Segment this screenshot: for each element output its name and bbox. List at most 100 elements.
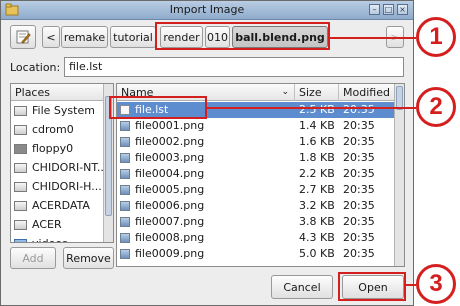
place-label: ACER	[32, 218, 62, 231]
image-file-icon	[120, 153, 130, 163]
callout-leader-2	[207, 107, 416, 109]
image-file-icon	[120, 233, 130, 243]
places-panel: Places File System cdrom0 floppy0 CHIDOR…	[10, 83, 114, 243]
file-size: 2.2 KB	[299, 167, 335, 180]
table-row[interactable]: file0006.png 3.2 KB 20:35	[117, 198, 395, 214]
file-size: 5.0 KB	[299, 247, 335, 260]
window-title: Import Image	[169, 3, 245, 16]
title-bar[interactable]: Import Image – □ ×	[1, 1, 413, 20]
table-row[interactable]: file0004.png 2.2 KB 20:35	[117, 166, 395, 182]
place-label: ACERDATA	[32, 199, 90, 212]
place-label: cdrom0	[32, 123, 74, 136]
file-size: 1.8 KB	[299, 151, 335, 164]
location-input[interactable]: file.lst	[64, 57, 404, 77]
file-size: 3.2 KB	[299, 199, 335, 212]
file-name: file0007.png	[135, 215, 205, 228]
place-chidori-h[interactable]: CHIDORI-H...	[11, 177, 104, 196]
image-file-icon	[120, 169, 130, 179]
edit-location-button[interactable]	[10, 25, 36, 49]
place-cdrom0[interactable]: cdrom0	[11, 120, 104, 139]
file-modified: 20:35	[343, 199, 375, 212]
callout-1: 1	[416, 17, 456, 57]
table-row[interactable]: file0001.png 1.4 KB 20:35	[117, 118, 395, 134]
crumb-tutorial[interactable]: tutorial	[110, 26, 156, 48]
drive-icon	[14, 181, 27, 192]
sort-chevron-down-icon: ⌄	[281, 87, 289, 97]
file-name: file0002.png	[135, 135, 205, 148]
file-name: file0001.png	[135, 119, 205, 132]
drive-icon	[14, 162, 27, 173]
file-modified: 20:35	[343, 103, 375, 116]
column-size[interactable]: Size	[295, 84, 339, 101]
cancel-button[interactable]: Cancel	[271, 275, 333, 299]
highlight-box-pathbar	[155, 22, 330, 50]
file-size: 2.5 KB	[299, 103, 335, 116]
close-icon[interactable]: ×	[397, 4, 408, 15]
table-row[interactable]: file0002.png 1.6 KB 20:35	[117, 134, 395, 150]
file-size: 2.7 KB	[299, 183, 335, 196]
file-name: file0006.png	[135, 199, 205, 212]
file-modified: 20:35	[343, 231, 375, 244]
file-name: file0008.png	[135, 231, 205, 244]
file-modified: 20:35	[343, 119, 375, 132]
maximize-icon[interactable]: □	[383, 4, 394, 15]
cdrom-icon	[14, 124, 27, 135]
place-acer[interactable]: ACER	[11, 215, 104, 234]
floppy-icon	[14, 143, 27, 154]
column-modified[interactable]: Modified	[339, 84, 395, 101]
file-size: 1.6 KB	[299, 135, 335, 148]
folder-icon	[14, 238, 27, 242]
table-row[interactable]: file0008.png 4.3 KB 20:35	[117, 230, 395, 246]
remove-button[interactable]: Remove	[63, 247, 114, 269]
crumb-remake[interactable]: remake	[61, 26, 108, 48]
back-arrow-button[interactable]: <	[42, 26, 60, 48]
file-modified: 20:35	[343, 135, 375, 148]
file-modified: 20:35	[343, 183, 375, 196]
place-acerdata[interactable]: ACERDATA	[11, 196, 104, 215]
callout-2: 2	[416, 87, 456, 127]
callout-leader-3	[406, 284, 416, 286]
file-list-scrollbar[interactable]	[394, 84, 404, 266]
drive-icon	[14, 105, 27, 116]
places-header[interactable]: Places	[11, 84, 113, 101]
drive-icon	[14, 219, 27, 230]
place-label: CHIDORI-H...	[32, 180, 102, 193]
file-size: 3.8 KB	[299, 215, 335, 228]
file-size: 4.3 KB	[299, 231, 335, 244]
file-name: file0005.png	[135, 183, 205, 196]
highlight-box-file	[109, 96, 207, 119]
table-row[interactable]: file0003.png 1.8 KB 20:35	[117, 150, 395, 166]
callout-3: 3	[416, 264, 456, 304]
file-name: file0004.png	[135, 167, 205, 180]
image-file-icon	[120, 137, 130, 147]
table-row[interactable]: file0007.png 3.8 KB 20:35	[117, 214, 395, 230]
place-chidori-nt[interactable]: CHIDORI-NT...	[11, 158, 108, 177]
add-button[interactable]: Add	[10, 247, 56, 269]
image-file-icon	[120, 201, 130, 211]
location-label: Location:	[10, 61, 61, 74]
place-floppy0[interactable]: floppy0	[11, 139, 104, 158]
file-modified: 20:35	[343, 151, 375, 164]
place-videos[interactable]: videos	[11, 234, 104, 242]
file-size: 1.4 KB	[299, 119, 335, 132]
place-file-system[interactable]: File System	[11, 101, 104, 120]
minimize-icon[interactable]: –	[369, 4, 380, 15]
file-name: file0009.png	[135, 247, 205, 260]
image-file-icon	[120, 185, 130, 195]
file-modified: 20:35	[343, 215, 375, 228]
file-modified: 20:35	[343, 247, 375, 260]
callout-leader-1	[330, 37, 416, 39]
drive-icon	[14, 200, 27, 211]
file-modified: 20:35	[343, 167, 375, 180]
image-file-icon	[120, 217, 130, 227]
file-name: file0003.png	[135, 151, 205, 164]
edit-location-icon	[16, 30, 31, 44]
table-row[interactable]: file0009.png 5.0 KB 20:35	[117, 246, 395, 262]
table-row[interactable]: file0005.png 2.7 KB 20:35	[117, 182, 395, 198]
place-label: floppy0	[32, 142, 74, 155]
place-label: videos	[32, 237, 68, 242]
place-label: File System	[32, 104, 95, 117]
image-file-icon	[120, 249, 130, 259]
highlight-box-open	[338, 272, 406, 301]
place-label: CHIDORI-NT...	[32, 161, 108, 174]
